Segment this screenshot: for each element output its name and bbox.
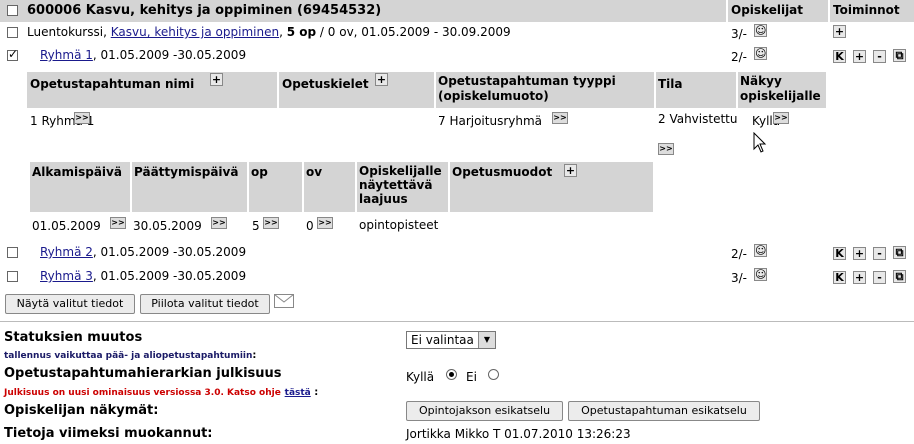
group1-checkbox[interactable] [7, 47, 18, 61]
group1-k-button[interactable]: K [833, 50, 846, 63]
group1-copy-icon[interactable]: ⧉ [893, 49, 906, 62]
course-add-button[interactable]: + [833, 25, 846, 38]
public-no-label: Ei [466, 370, 477, 384]
detail-header-languages: Opetuskielet + [279, 72, 434, 108]
public-no-radio[interactable] [488, 369, 499, 380]
group2-copy-icon[interactable]: ⧉ [893, 246, 906, 259]
actions-column-header: Toiminnot [833, 3, 900, 17]
ov-expand[interactable]: >> [317, 217, 333, 229]
public-label: Opetustapahtumahierarkian julkisuus [4, 366, 282, 381]
show-selected-button[interactable]: Näytä valitut tiedot [5, 294, 135, 314]
course-link[interactable]: Kasvu, kehitys ja oppiminen [111, 25, 279, 39]
group3-checkbox[interactable] [7, 271, 18, 282]
chevron-down-icon[interactable]: ▼ [478, 332, 495, 348]
group3-dates: , 01.05.2009 -30.05.2009 [92, 269, 247, 283]
group1-students-count: 2/- [731, 50, 748, 64]
group2-k-button[interactable]: K [833, 247, 846, 260]
event-visible-expand[interactable]: >> [773, 112, 789, 124]
public-note: Julkisuus on uusi ominaisuus versiossa 3… [4, 387, 319, 398]
detail-header-end: Päättymispäivä [132, 162, 247, 212]
group2-checkbox[interactable] [7, 247, 18, 258]
detail-header-start: Alkamispäivä [30, 162, 130, 212]
detail-header-name: Opetustapahtuman nimi + [27, 72, 277, 108]
detail-header-ov: ov [304, 162, 355, 212]
group2-students-count: 2/- [731, 247, 748, 261]
public-yes-label: Kyllä [406, 370, 435, 384]
modified-label: Tietoja viimeksi muokannut: [4, 426, 213, 441]
course-row: Luentokurssi, Kasvu, kehitys ja oppimine… [27, 25, 511, 39]
add-name-button[interactable]: + [210, 73, 223, 86]
status-note: tallennus vaikuttaa pää- ja aliopetustap… [4, 350, 257, 361]
course-dates: / 0 ov, 01.05.2009 - 30.09.2009 [319, 25, 511, 39]
group1-remove-button[interactable]: - [873, 50, 886, 63]
group3-k-button[interactable]: K [833, 271, 846, 284]
ov-value: 0 [306, 219, 314, 233]
detail-header-visible: Näkyy opiskelijalle [738, 72, 826, 108]
group2-link[interactable]: Ryhmä 2 [40, 245, 93, 259]
divider [0, 321, 914, 322]
course-type: Luentokurssi [27, 25, 104, 39]
status-label: Statuksien muutos [4, 330, 143, 345]
group1-link[interactable]: Ryhmä 1 [40, 48, 93, 62]
group1-add-button[interactable]: + [853, 50, 866, 63]
detail-header-scope: Opiskelijalle näytettävä laajuus [357, 162, 448, 212]
group2-dates: , 01.05.2009 -30.05.2009 [92, 245, 247, 259]
group2-remove-button[interactable]: - [873, 247, 886, 260]
group2-add-button[interactable]: + [853, 247, 866, 260]
public-help-link[interactable]: tästä [285, 388, 311, 398]
email-icon[interactable] [274, 294, 294, 308]
views-label: Opiskelijan näkymät: [4, 403, 159, 418]
add-teaching-method-button[interactable]: + [564, 164, 577, 177]
course-title: 600006 Kasvu, kehitys ja oppiminen (6945… [27, 3, 382, 18]
status-select[interactable]: Ei valintaa ▼ [406, 331, 496, 349]
op-value: 5 [252, 219, 260, 233]
mouse-cursor-icon [753, 132, 767, 153]
public-yes-radio[interactable] [446, 369, 457, 380]
detail-header-state: Tila [656, 72, 736, 108]
group3-add-button[interactable]: + [853, 271, 866, 284]
course-credits: 5 op [286, 25, 317, 39]
select-all-checkbox[interactable] [7, 5, 18, 16]
group3-students-count: 3/- [731, 271, 748, 285]
course-checkbox[interactable] [7, 27, 18, 38]
event-state-expand[interactable]: >> [658, 143, 674, 155]
event-name-expand[interactable]: >> [74, 112, 90, 124]
student-icon[interactable]: ☺ [754, 244, 767, 257]
scope-value: opintopisteet [359, 218, 439, 232]
group2-row: Ryhmä 2, 01.05.2009 -30.05.2009 [40, 245, 246, 259]
event-type-value: 7 Harjoitusryhmä [438, 114, 543, 128]
start-date-expand[interactable]: >> [110, 217, 126, 229]
end-date-expand[interactable]: >> [211, 217, 227, 229]
event-preview-button[interactable]: Opetustapahtuman esikatselu [568, 401, 760, 421]
detail-header-op: op [249, 162, 302, 212]
group3-remove-button[interactable]: - [873, 271, 886, 284]
hide-selected-button[interactable]: Piilota valitut tiedot [140, 294, 270, 314]
group1-dates: , 01.05.2009 -30.05.2009 [92, 48, 247, 62]
op-expand[interactable]: >> [263, 217, 279, 229]
modified-value: Jortikka Mikko T 01.07.2010 13:26:23 [406, 427, 631, 441]
detail-header-type: Opetustapahtuman tyyppi (opiskelumuoto) [436, 72, 654, 108]
student-icon[interactable]: ☺ [754, 47, 767, 60]
course-preview-button[interactable]: Opintojakson esikatselu [406, 401, 563, 421]
group3-copy-icon[interactable]: ⧉ [893, 270, 906, 283]
group3-link[interactable]: Ryhmä 3 [40, 269, 93, 283]
group3-row: Ryhmä 3, 01.05.2009 -30.05.2009 [40, 269, 246, 283]
course-students-count: 3/- [731, 27, 748, 41]
students-column-header: Opiskelijat [731, 3, 804, 17]
group1-row: Ryhmä 1, 01.05.2009 -30.05.2009 [40, 48, 246, 62]
detail-header-teaching-methods: Opetusmuodot + [450, 162, 653, 212]
student-icon[interactable]: ☺ [754, 268, 767, 281]
event-state-value: 2 Vahvistettu [658, 112, 738, 126]
student-icon[interactable]: ☺ [754, 24, 767, 37]
start-date-value: 01.05.2009 [32, 219, 101, 233]
event-type-expand[interactable]: >> [552, 112, 568, 124]
end-date-value: 30.05.2009 [133, 219, 202, 233]
add-language-button[interactable]: + [375, 73, 388, 86]
